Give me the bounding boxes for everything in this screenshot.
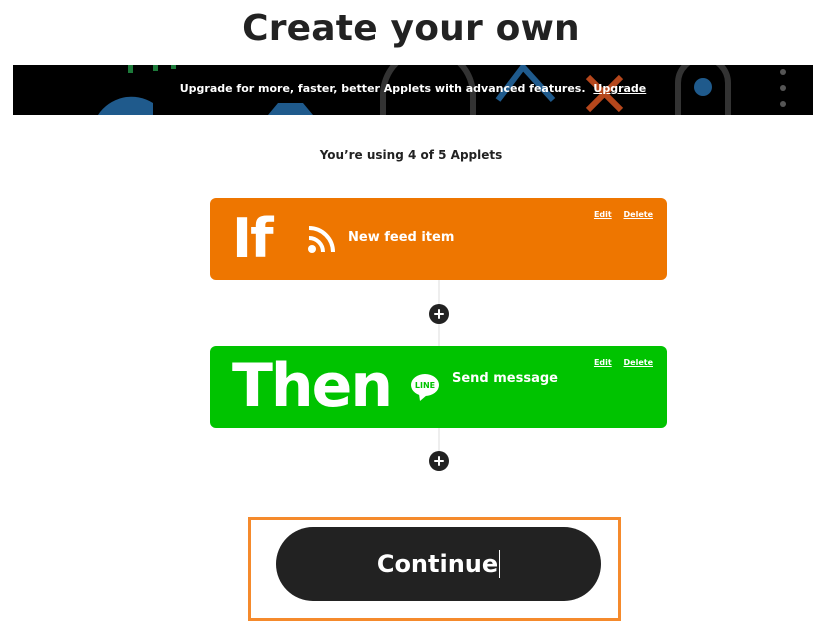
upgrade-link[interactable]: Upgrade bbox=[593, 82, 646, 95]
action-card[interactable]: Then LINE Send message Edit Delete bbox=[210, 346, 667, 428]
trigger-edit-link[interactable]: Edit bbox=[594, 210, 612, 219]
line-icon: LINE bbox=[411, 374, 439, 401]
text-caret bbox=[499, 550, 501, 578]
trigger-delete-link[interactable]: Delete bbox=[624, 210, 653, 219]
banner-text: Upgrade for more, faster, better Applets… bbox=[179, 82, 586, 95]
action-label: Send message bbox=[452, 371, 558, 386]
action-actions: Edit Delete bbox=[585, 358, 653, 367]
add-step-button[interactable] bbox=[429, 304, 449, 324]
upgrade-banner: Upgrade for more, faster, better Applets… bbox=[13, 65, 813, 115]
add-step-button[interactable] bbox=[429, 451, 449, 471]
action-edit-link[interactable]: Edit bbox=[594, 358, 612, 367]
then-keyword: Then bbox=[232, 351, 393, 421]
if-keyword: If bbox=[232, 207, 274, 270]
trigger-actions: Edit Delete bbox=[585, 210, 653, 219]
continue-label: Continue bbox=[376, 550, 499, 578]
banner-message: Upgrade for more, faster, better Applets… bbox=[13, 82, 813, 95]
continue-button[interactable]: Continue bbox=[276, 527, 601, 601]
action-delete-link[interactable]: Delete bbox=[624, 358, 653, 367]
page-title: Create your own bbox=[242, 8, 580, 49]
line-icon-text: LINE bbox=[415, 381, 435, 390]
rss-icon bbox=[308, 226, 335, 253]
applet-usage-text: You’re using 4 of 5 Applets bbox=[319, 148, 503, 162]
trigger-label: New feed item bbox=[348, 230, 455, 245]
trigger-card[interactable]: If New feed item Edit Delete bbox=[210, 198, 667, 280]
